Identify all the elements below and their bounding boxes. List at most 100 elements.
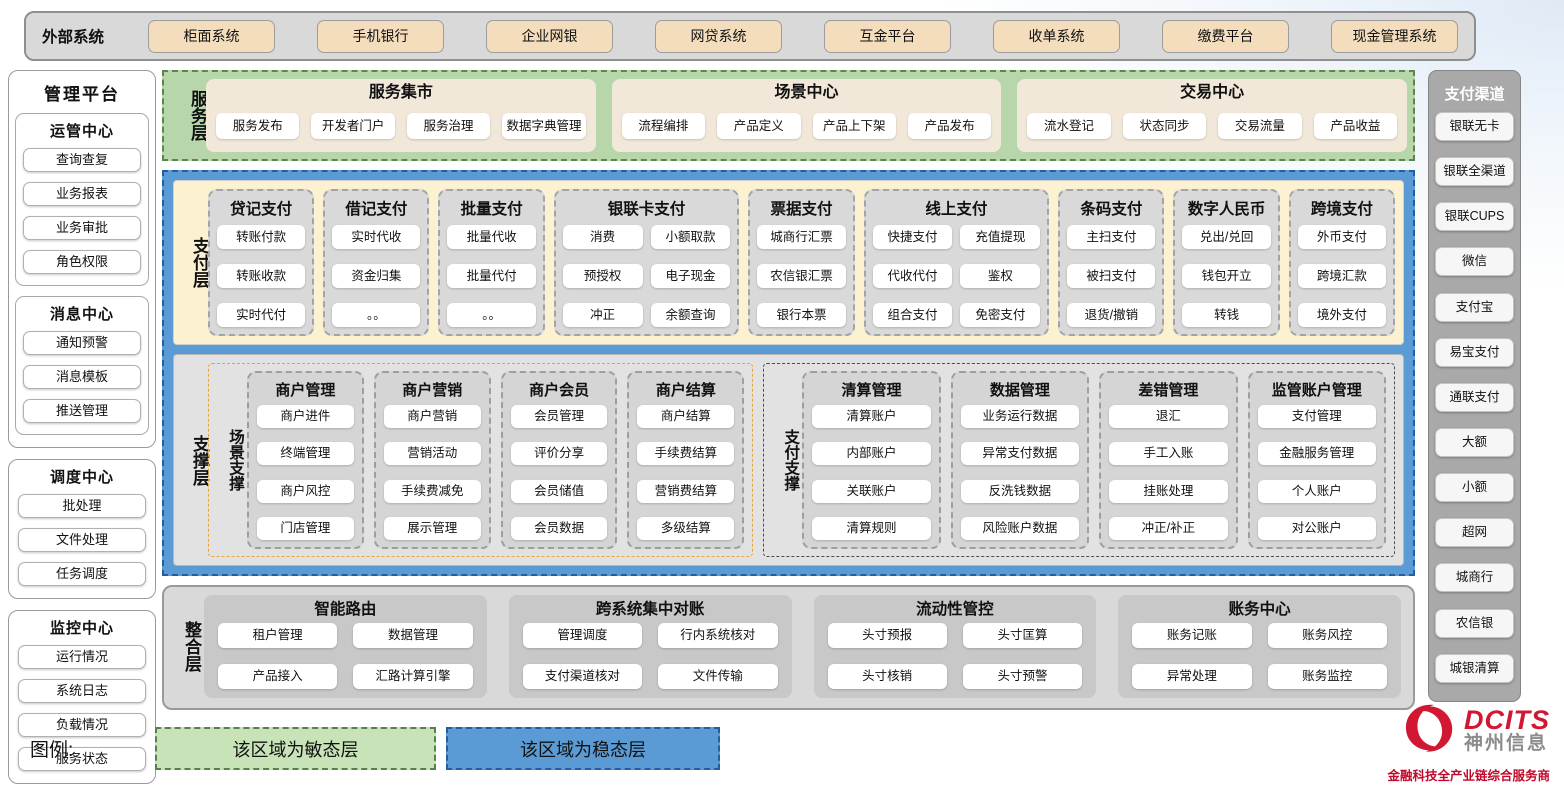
integration-item-button[interactable]: 头寸匡算: [963, 623, 1082, 648]
payment-item-button[interactable]: 。。: [332, 303, 420, 327]
payment-item-button[interactable]: 代收代付: [873, 264, 953, 288]
payment-item-button[interactable]: 余额查询: [651, 303, 731, 327]
support-item-button[interactable]: 手续费减免: [384, 480, 481, 503]
integration-item-button[interactable]: 数据管理: [353, 623, 472, 648]
management-item-button[interactable]: 通知预警: [23, 331, 141, 355]
payment-item-button[interactable]: 电子现金: [651, 264, 731, 288]
external-system-button[interactable]: 企业网银: [486, 20, 613, 53]
service-item-button[interactable]: 开发者门户: [311, 113, 394, 139]
payment-channel-button[interactable]: 微信: [1435, 247, 1514, 276]
service-item-button[interactable]: 流程编排: [622, 113, 705, 139]
support-item-button[interactable]: 商户进件: [257, 405, 354, 428]
support-item-button[interactable]: 内部账户: [812, 442, 930, 465]
support-item-button[interactable]: 异常支付数据: [961, 442, 1079, 465]
payment-item-button[interactable]: 小额取款: [651, 225, 731, 249]
support-item-button[interactable]: 营销费结算: [637, 480, 734, 503]
support-item-button[interactable]: 退汇: [1109, 405, 1227, 428]
payment-item-button[interactable]: 批量代收: [447, 225, 535, 249]
payment-item-button[interactable]: 转钱: [1182, 303, 1270, 327]
service-item-button[interactable]: 交易流量: [1218, 113, 1301, 139]
support-item-button[interactable]: 展示管理: [384, 517, 481, 540]
payment-item-button[interactable]: 实时代付: [217, 303, 305, 327]
support-item-button[interactable]: 会员数据: [511, 517, 608, 540]
integration-item-button[interactable]: 产品接入: [218, 664, 337, 689]
payment-item-button[interactable]: 银行本票: [757, 303, 845, 327]
support-item-button[interactable]: 金融服务管理: [1258, 442, 1376, 465]
payment-item-button[interactable]: 境外支付: [1298, 303, 1386, 327]
support-item-button[interactable]: 支付管理: [1258, 405, 1376, 428]
payment-channel-button[interactable]: 银联全渠道: [1435, 157, 1514, 186]
support-item-button[interactable]: 终端管理: [257, 442, 354, 465]
payment-item-button[interactable]: 转账付款: [217, 225, 305, 249]
service-item-button[interactable]: 服务治理: [407, 113, 490, 139]
payment-item-button[interactable]: 外币支付: [1298, 225, 1386, 249]
external-system-button[interactable]: 缴费平台: [1162, 20, 1289, 53]
payment-channel-button[interactable]: 银联CUPS: [1435, 202, 1514, 231]
management-item-button[interactable]: 业务报表: [23, 182, 141, 206]
payment-item-button[interactable]: 转账收款: [217, 264, 305, 288]
management-item-button[interactable]: 查询查复: [23, 148, 141, 172]
payment-item-button[interactable]: 跨境汇款: [1298, 264, 1386, 288]
payment-item-button[interactable]: 农信银汇票: [757, 264, 845, 288]
support-item-button[interactable]: 商户结算: [637, 405, 734, 428]
external-system-button[interactable]: 收单系统: [993, 20, 1120, 53]
payment-channel-button[interactable]: 通联支付: [1435, 383, 1514, 412]
payment-item-button[interactable]: 冲正: [563, 303, 643, 327]
support-item-button[interactable]: 会员储值: [511, 480, 608, 503]
service-item-button[interactable]: 产品发布: [908, 113, 991, 139]
payment-channel-button[interactable]: 小额: [1435, 473, 1514, 502]
payment-channel-button[interactable]: 农信银: [1435, 609, 1514, 638]
payment-channel-button[interactable]: 银联无卡: [1435, 112, 1514, 141]
support-item-button[interactable]: 营销活动: [384, 442, 481, 465]
payment-item-button[interactable]: 快捷支付: [873, 225, 953, 249]
external-system-button[interactable]: 网贷系统: [655, 20, 782, 53]
support-item-button[interactable]: 挂账处理: [1109, 480, 1227, 503]
support-item-button[interactable]: 清算规则: [812, 517, 930, 540]
payment-item-button[interactable]: 批量代付: [447, 264, 535, 288]
management-item-button[interactable]: 业务审批: [23, 216, 141, 240]
support-item-button[interactable]: 手工入账: [1109, 442, 1227, 465]
service-item-button[interactable]: 产品定义: [717, 113, 800, 139]
support-item-button[interactable]: 商户营销: [384, 405, 481, 428]
external-system-button[interactable]: 手机银行: [317, 20, 444, 53]
integration-item-button[interactable]: 头寸核销: [828, 664, 947, 689]
support-item-button[interactable]: 清算账户: [812, 405, 930, 428]
payment-item-button[interactable]: 被扫支付: [1067, 264, 1155, 288]
payment-item-button[interactable]: 组合支付: [873, 303, 953, 327]
integration-item-button[interactable]: 支付渠道核对: [523, 664, 642, 689]
service-item-button[interactable]: 服务发布: [216, 113, 299, 139]
management-item-button[interactable]: 运行情况: [18, 645, 146, 669]
payment-item-button[interactable]: 兑出/兑回: [1182, 225, 1270, 249]
external-system-button[interactable]: 现金管理系统: [1331, 20, 1458, 53]
payment-channel-button[interactable]: 大额: [1435, 428, 1514, 457]
integration-item-button[interactable]: 头寸预报: [828, 623, 947, 648]
support-item-button[interactable]: 对公账户: [1258, 517, 1376, 540]
support-item-button[interactable]: 会员管理: [511, 405, 608, 428]
management-item-button[interactable]: 推送管理: [23, 399, 141, 423]
management-item-button[interactable]: 批处理: [18, 494, 146, 518]
payment-item-button[interactable]: 预授权: [563, 264, 643, 288]
integration-item-button[interactable]: 头寸预警: [963, 664, 1082, 689]
integration-item-button[interactable]: 汇路计算引擎: [353, 664, 472, 689]
payment-item-button[interactable]: 鉴权: [960, 264, 1040, 288]
payment-item-button[interactable]: 充值提现: [960, 225, 1040, 249]
payment-item-button[interactable]: 钱包开立: [1182, 264, 1270, 288]
service-item-button[interactable]: 数据字典管理: [502, 113, 585, 139]
payment-item-button[interactable]: 免密支付: [960, 303, 1040, 327]
management-item-button[interactable]: 消息模板: [23, 365, 141, 389]
service-item-button[interactable]: 流水登记: [1027, 113, 1110, 139]
payment-item-button[interactable]: 主扫支付: [1067, 225, 1155, 249]
payment-item-button[interactable]: 城商行汇票: [757, 225, 845, 249]
support-item-button[interactable]: 商户风控: [257, 480, 354, 503]
support-item-button[interactable]: 反洗钱数据: [961, 480, 1079, 503]
payment-item-button[interactable]: 资金归集: [332, 264, 420, 288]
service-item-button[interactable]: 状态同步: [1123, 113, 1206, 139]
service-item-button[interactable]: 产品收益: [1314, 113, 1397, 139]
integration-item-button[interactable]: 账务记账: [1132, 623, 1251, 648]
management-item-button[interactable]: 角色权限: [23, 250, 141, 274]
payment-item-button[interactable]: 实时代收: [332, 225, 420, 249]
integration-item-button[interactable]: 账务风控: [1268, 623, 1387, 648]
support-item-button[interactable]: 手续费结算: [637, 442, 734, 465]
support-item-button[interactable]: 风险账户数据: [961, 517, 1079, 540]
support-item-button[interactable]: 个人账户: [1258, 480, 1376, 503]
